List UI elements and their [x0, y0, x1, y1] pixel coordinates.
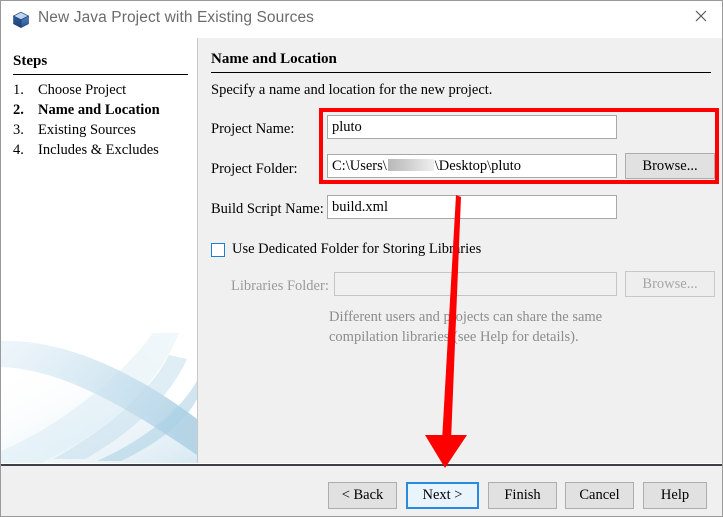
dialog-content: Steps 1. Choose Project 2. Name and Loca…	[1, 38, 722, 463]
step-number: 1.	[13, 82, 24, 98]
step-number: 3.	[13, 122, 24, 138]
libraries-hint-line-1: Different users and projects can share t…	[329, 309, 603, 325]
steps-heading: Steps	[13, 53, 48, 69]
dialog-window: New Java Project with Existing Sources S…	[0, 0, 723, 517]
step-number: 2.	[13, 102, 24, 118]
browse-libraries-folder-button: Browse...	[625, 271, 715, 297]
browse-project-folder-button[interactable]: Browse...	[625, 153, 715, 179]
cube-icon	[12, 11, 30, 29]
help-button[interactable]: Help	[643, 482, 707, 509]
libraries-hint-text: Different users and projects can share t…	[329, 307, 659, 347]
step-item-3: 3. Existing Sources	[13, 122, 193, 142]
step-item-4: 4. Includes & Excludes	[13, 142, 193, 162]
libraries-folder-label: Libraries Folder:	[231, 278, 329, 294]
next-button[interactable]: Next >	[406, 482, 479, 509]
libraries-folder-input[interactable]	[334, 272, 617, 296]
steps-divider	[13, 74, 188, 75]
finish-button[interactable]: Finish	[488, 482, 557, 509]
decorative-swoosh-graphic	[1, 333, 197, 463]
step-label: Existing Sources	[38, 122, 136, 138]
page-description: Specify a name and location for the new …	[211, 82, 493, 98]
project-folder-input[interactable]: C:\Users\ \Desktop\pluto	[327, 154, 617, 178]
project-folder-suffix: \Desktop\pluto	[434, 158, 521, 174]
redacted-username-block	[387, 159, 434, 171]
project-folder-label: Project Folder:	[211, 161, 298, 177]
page-title: Name and Location	[211, 51, 337, 67]
step-label: Name and Location	[38, 102, 160, 118]
title-bar: New Java Project with Existing Sources	[1, 1, 722, 38]
build-script-name-label: Build Script Name:	[211, 201, 324, 217]
window-title: New Java Project with Existing Sources	[38, 9, 315, 26]
libraries-hint-line-2: compilation libraries (see Help for deta…	[329, 329, 579, 345]
project-name-input[interactable]: pluto	[327, 115, 617, 139]
build-script-name-input[interactable]: build.xml	[327, 195, 617, 219]
back-button[interactable]: < Back	[328, 482, 397, 509]
steps-list: 1. Choose Project 2. Name and Location 3…	[13, 82, 193, 162]
step-number: 4.	[13, 142, 24, 158]
step-label: Choose Project	[38, 82, 127, 98]
project-name-label: Project Name:	[211, 121, 295, 137]
cancel-button[interactable]: Cancel	[565, 482, 634, 509]
use-dedicated-folder-checkbox[interactable]: Use Dedicated Folder for Storing Librari…	[211, 241, 481, 258]
close-icon[interactable]	[678, 1, 722, 31]
step-item-2: 2. Name and Location	[13, 102, 193, 122]
step-item-1: 1. Choose Project	[13, 82, 193, 102]
main-panel: Name and Location Specify a name and loc…	[198, 38, 722, 463]
checkbox-box-icon	[211, 242, 225, 257]
project-folder-prefix: C:\Users\	[332, 158, 387, 174]
step-label: Includes & Excludes	[38, 142, 159, 158]
page-title-divider	[211, 72, 711, 73]
steps-panel: Steps 1. Choose Project 2. Name and Loca…	[1, 38, 197, 463]
dialog-button-bar: < Back Next > Finish Cancel Help	[1, 464, 722, 516]
use-dedicated-folder-label: Use Dedicated Folder for Storing Librari…	[232, 241, 482, 257]
